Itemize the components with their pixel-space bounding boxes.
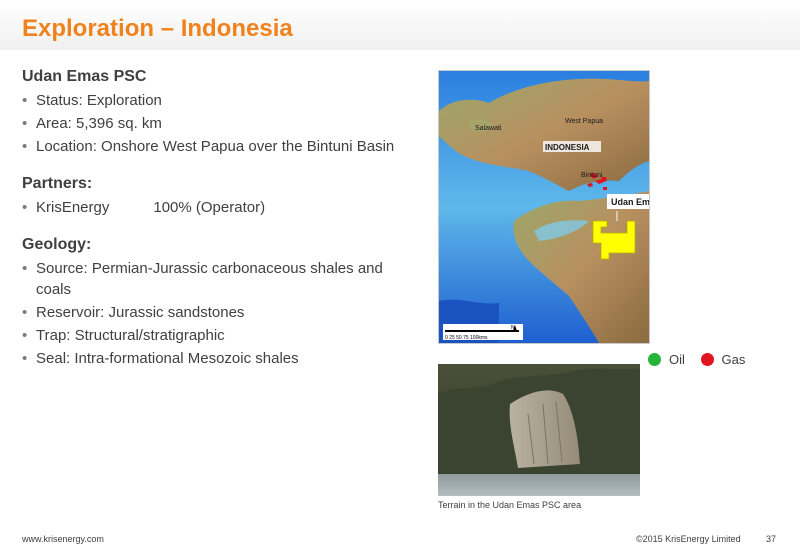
map-label-bintuni: Bintuni — [581, 172, 603, 179]
list-item: Status: Exploration — [22, 90, 417, 111]
list-item: Area: 5,396 sq. km — [22, 113, 417, 134]
map-graphic: Salawati West Papua INDONESIA Bintuni Ud… — [439, 71, 649, 343]
geology-section: Geology: Source: Permian-Jurassic carbon… — [22, 236, 417, 369]
oil-dot-icon — [648, 353, 661, 366]
scale-bar-label: 0 25 50 75 100kms — [445, 335, 488, 341]
header-bar: Exploration – Indonesia — [0, 0, 800, 50]
legend-item-oil: Oil — [648, 352, 685, 367]
footer-website[interactable]: www.krisenergy.com — [22, 534, 104, 544]
partner-share: 100% (Operator) — [153, 199, 266, 216]
list-item: Trap: Structural/stratigraphic — [22, 325, 417, 346]
page-title: Exploration – Indonesia — [22, 15, 293, 42]
location-map: Salawati West Papua INDONESIA Bintuni Ud… — [438, 70, 650, 344]
legend-label-oil: Oil — [669, 352, 685, 367]
content-column: Udan Emas PSC Status: Exploration Area: … — [22, 68, 417, 387]
psc-list: Status: Exploration Area: 5,396 sq. km L… — [22, 90, 417, 157]
list-item: Source: Permian-Jurassic carbonaceous sh… — [22, 258, 417, 300]
psc-section: Udan Emas PSC Status: Exploration Area: … — [22, 68, 417, 157]
page-number: 37 — [766, 534, 777, 544]
legend-label-gas: Gas — [721, 352, 746, 367]
map-label-west-papua: West Papua — [565, 118, 603, 125]
partner-name: KrisEnergy — [36, 199, 110, 216]
map-legend: Oil Gas — [648, 352, 757, 369]
terrain-photo-graphic — [438, 364, 640, 496]
partners-list: KrisEnergy 100% (Operator) — [22, 197, 417, 218]
water-surface — [438, 474, 640, 496]
legend-item-gas: Gas — [700, 352, 746, 367]
map-label-indonesia: INDONESIA — [545, 143, 590, 152]
list-item: Location: Onshore West Papua over the Bi… — [22, 136, 417, 157]
list-item: Seal: Intra-formational Mesozoic shales — [22, 348, 417, 369]
partners-heading: Partners: — [22, 175, 93, 192]
geology-heading: Geology: — [22, 236, 92, 253]
photo-caption: Terrain in the Udan Emas PSC area — [438, 500, 582, 510]
gas-dot-icon — [700, 353, 714, 366]
psc-heading: Udan Emas PSC — [22, 68, 147, 85]
partners-section: Partners: KrisEnergy 100% (Operator) — [22, 175, 417, 218]
map-label-udan-emas: Udan Emas — [611, 197, 649, 207]
map-label-salawati: Salawati — [475, 125, 502, 132]
footer-copyright: ©2015 KrisEnergy Limited — [636, 534, 741, 544]
list-item: Reservoir: Jurassic sandstones — [22, 302, 417, 323]
geology-list: Source: Permian-Jurassic carbonaceous sh… — [22, 258, 417, 369]
partner-row: KrisEnergy 100% (Operator) — [22, 197, 417, 218]
terrain-photo — [438, 364, 640, 496]
